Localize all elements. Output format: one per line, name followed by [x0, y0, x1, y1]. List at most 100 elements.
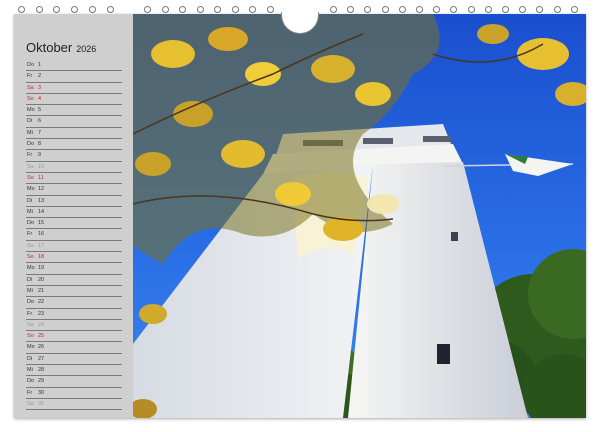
- weekday-label: Sa: [27, 84, 34, 91]
- weekday-label: Mo: [27, 186, 35, 193]
- weekday-label: Do: [27, 141, 35, 148]
- binding-hole: [381, 6, 389, 13]
- binding-hole: [398, 6, 406, 13]
- day-number: 7: [38, 129, 42, 136]
- binding-hole: [450, 6, 458, 13]
- binding-hole: [570, 6, 578, 13]
- weekday-label: Di: [27, 355, 33, 362]
- day-row: Mo 19: [26, 263, 122, 275]
- day-row: Mo 5: [26, 105, 122, 117]
- day-list: Do 1 Fr 2 Sa 3 So 4 Mo 5 Di 6 Mi 7 Do 8 Fr 9 Sa 10 So 11 Mo 12 D…: [26, 60, 122, 411]
- binding-hole: [502, 6, 509, 13]
- day-number: 21: [38, 287, 45, 294]
- day-row: Fr 23: [26, 309, 122, 320]
- binding-hole: [519, 6, 527, 13]
- binding-hole: [249, 6, 256, 13]
- weekday-label: So: [27, 95, 34, 102]
- day-row: Fr 30: [26, 388, 122, 399]
- month-title: Oktober 2026: [26, 40, 96, 55]
- day-number: 12: [38, 186, 45, 193]
- binding-hole: [214, 6, 221, 13]
- photo-illustration: [133, 14, 586, 418]
- binding-hole: [53, 6, 61, 13]
- day-row: Sa 10: [26, 162, 122, 173]
- weekday-label: Sa: [27, 400, 34, 407]
- day-number: 14: [38, 208, 45, 215]
- weekday-label: Do: [27, 220, 35, 227]
- binding-hole: [35, 6, 43, 13]
- weekday-label: So: [27, 174, 34, 181]
- day-number: 10: [38, 163, 45, 170]
- weekday-label: Di: [27, 276, 33, 283]
- day-row: Do 22: [26, 297, 122, 309]
- weekday-label: Fr: [27, 152, 33, 159]
- day-row: Di 6: [26, 116, 122, 128]
- weekday-label: Fr: [27, 310, 33, 317]
- weekday-label: Mo: [27, 344, 35, 351]
- day-number: 11: [38, 174, 44, 181]
- binding-hole: [231, 6, 239, 13]
- day-row: Mi 21: [26, 286, 122, 298]
- day-row: Do 8: [26, 139, 122, 151]
- day-row: Di 27: [26, 354, 122, 366]
- month-name: Oktober: [26, 40, 73, 55]
- weekday-label: Do: [27, 378, 35, 385]
- day-number: 30: [38, 389, 45, 396]
- weekday-label: So: [27, 333, 34, 340]
- weekday-label: Fr: [27, 73, 33, 80]
- binding-hole: [484, 6, 492, 13]
- day-row: Sa 24: [26, 320, 122, 332]
- binding-hole: [364, 6, 372, 13]
- weekday-label: Mo: [27, 265, 35, 272]
- day-number: 2: [38, 73, 42, 80]
- binding-hole: [106, 6, 114, 13]
- day-row: Fr 9: [26, 150, 122, 162]
- year-label: 2026: [76, 44, 97, 54]
- day-number: 22: [38, 299, 45, 306]
- day-number: 20: [38, 276, 45, 283]
- weekday-label: Di: [27, 197, 33, 204]
- tower-photo: [133, 14, 586, 418]
- day-number: 3: [38, 84, 42, 91]
- weekday-label: Di: [27, 118, 33, 125]
- calendar-sidebar: Oktober 2026 Do 1 Fr 2 Sa 3 So 4 Mo 5 Di 6 Mi 7 Do 8 Fr 9 S…: [14, 14, 133, 418]
- weekday-label: Mo: [27, 107, 35, 114]
- weekday-label: Do: [27, 62, 35, 68]
- day-number: 19: [38, 265, 45, 272]
- day-number: 9: [38, 152, 42, 159]
- day-number: 23: [38, 310, 45, 317]
- day-row: Mi 7: [26, 128, 122, 140]
- day-number: 18: [38, 254, 45, 261]
- binding-hole: [88, 6, 96, 13]
- day-number: 25: [38, 333, 45, 340]
- binding-hole: [553, 6, 561, 13]
- day-number: 28: [38, 367, 45, 374]
- day-number: 4: [38, 95, 42, 102]
- day-number: 13: [38, 197, 45, 204]
- day-row: So 25: [26, 331, 122, 343]
- binding-hole: [179, 6, 186, 13]
- day-number: 26: [38, 344, 45, 351]
- weekday-label: Mi: [27, 129, 33, 136]
- day-number: 6: [38, 118, 42, 125]
- weekday-label: Fr: [27, 389, 33, 396]
- binding-hole: [433, 6, 441, 13]
- weekday-label: Mi: [27, 367, 33, 374]
- day-row: Sa 31: [26, 399, 122, 411]
- binding-hole: [144, 6, 151, 13]
- day-row: Fr 2: [26, 71, 122, 83]
- weekday-label: Mi: [27, 287, 33, 294]
- day-row: Mi 14: [26, 207, 122, 219]
- day-row: Di 13: [26, 196, 122, 207]
- weekday-label: Fr: [27, 231, 33, 238]
- day-number: 1: [38, 62, 42, 68]
- day-row: Di 20: [26, 275, 122, 286]
- day-row: Fr 16: [26, 229, 122, 241]
- day-number: 16: [38, 231, 45, 238]
- day-number: 5: [38, 107, 42, 114]
- day-number: 29: [38, 378, 45, 385]
- day-number: 27: [38, 355, 45, 362]
- day-row: So 18: [26, 252, 122, 264]
- day-number: 24: [38, 321, 45, 328]
- binding-hole: [18, 6, 25, 13]
